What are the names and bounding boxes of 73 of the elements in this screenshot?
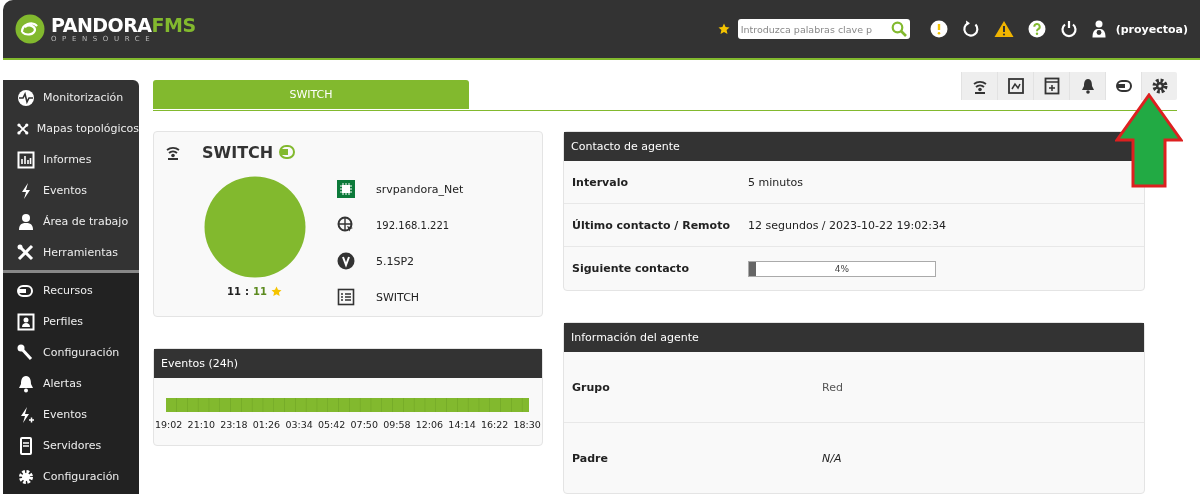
time-label: 05:42: [317, 419, 346, 430]
sidebar-item[interactable]: Monitorización: [3, 82, 139, 113]
exclamation-icon[interactable]: [929, 20, 948, 38]
sidebar-item[interactable]: Eventos: [3, 175, 139, 206]
module-count: 11: [253, 286, 267, 297]
progress-bar: 4%: [748, 260, 936, 277]
field-value: 5 minutos: [748, 175, 804, 189]
search-field[interactable]: Introduzca palabras clave p: [737, 19, 910, 39]
agent-name: SWITCH: [202, 142, 274, 162]
module-count: 11: [227, 286, 241, 297]
sidebar-item[interactable]: Configuración: [3, 461, 139, 492]
plug-icon: [1114, 77, 1133, 95]
panel-header: Eventos (24h): [154, 349, 542, 378]
module-icon: [1042, 77, 1061, 95]
sidebar-item[interactable]: Servidores: [3, 430, 139, 461]
time-label: 09:58: [383, 419, 411, 430]
globe-cursor-icon: [337, 216, 355, 234]
sidebar-item[interactable]: Recursos: [3, 275, 139, 306]
agent-detail: srvpandora_Net: [376, 182, 464, 196]
agent-detail: SWITCH: [376, 290, 420, 304]
time-label: 18:30: [513, 419, 541, 430]
power-icon[interactable]: [1059, 20, 1078, 38]
list-icon: [337, 288, 355, 306]
logo-icon: [15, 14, 45, 44]
field-label: Siguiente contacto: [572, 262, 690, 275]
field-value: 12 segundos / 2023-10-22 19:02:34: [748, 218, 947, 232]
panel-header: Información del agente: [564, 323, 1144, 352]
gear-icon: [17, 467, 35, 486]
agent-detail: 192.168.1.221: [376, 219, 450, 231]
bell-icon: [17, 374, 35, 393]
field-label: Grupo: [572, 380, 611, 394]
chart-icon: [17, 150, 35, 169]
sidebar-item[interactable]: Perfiles: [3, 306, 139, 337]
server-icon: [17, 436, 35, 455]
time-label: 01:26: [252, 419, 281, 430]
warning-icon[interactable]: [993, 20, 1014, 38]
time-label: 21:10: [187, 419, 215, 430]
refresh-icon[interactable]: [961, 20, 980, 38]
count-separator: :: [245, 286, 249, 297]
user-icon[interactable]: [1091, 20, 1106, 38]
profile-icon: [17, 312, 35, 331]
time-label: 07:50: [350, 419, 378, 430]
field-label: Último contacto / Remoto: [572, 218, 731, 232]
settings-icon: [1150, 77, 1169, 95]
plug-icon: [279, 145, 296, 159]
sidebar-item[interactable]: Eventos: [3, 399, 139, 430]
logo-wordmark: PANDORAFMS: [51, 15, 196, 35]
field-value: N/A: [822, 451, 843, 465]
time-label: 14:14: [448, 419, 476, 430]
field-label: Padre: [572, 451, 609, 465]
user-name[interactable]: (proyectoa): [1115, 22, 1188, 36]
user-icon: [17, 212, 35, 231]
time-label: 12:06: [415, 419, 444, 430]
star-icon[interactable]: [717, 23, 730, 35]
chip-icon: [337, 180, 355, 198]
pulse-icon: [17, 88, 35, 107]
field-value: Red: [822, 380, 844, 394]
field-label: Intervalo: [572, 175, 629, 189]
sidebar-item[interactable]: Alertas: [3, 368, 139, 399]
time-label: 16:22: [480, 419, 509, 430]
star-icon: [270, 286, 282, 297]
time-label: 03:34: [285, 419, 313, 430]
sidebar-item[interactable]: Herramientas: [3, 237, 139, 268]
sidebar-item[interactable]: Configuración: [3, 337, 139, 368]
sidebar-item[interactable]: Área de trabajo: [3, 206, 139, 237]
help-icon[interactable]: [1027, 20, 1046, 38]
agent-detail: 5.1SP2: [376, 254, 415, 268]
letter-v-circle-icon: [337, 252, 355, 270]
time-label: 19:02: [155, 419, 183, 430]
wrench-icon: [17, 343, 35, 362]
sidebar-item[interactable]: Informes: [3, 144, 139, 175]
sidebar-item[interactable]: Mapas topológicos: [3, 113, 139, 144]
time-label: 23:18: [220, 419, 248, 430]
